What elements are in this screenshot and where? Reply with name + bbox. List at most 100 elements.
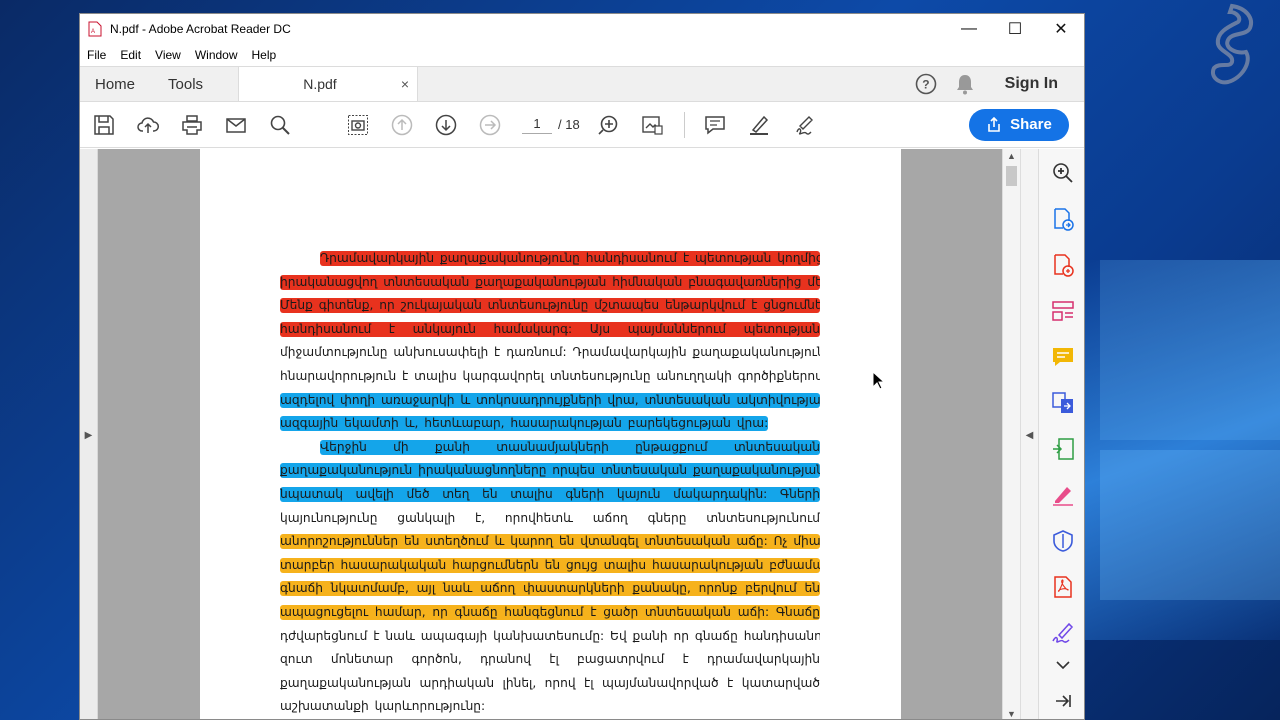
text-line: Դրամավարկային քաղաքականությունը հանդիսան… — [280, 247, 820, 271]
line-text: ազդելով փողի առաջարկի և տոկոսադրույքների… — [280, 392, 820, 407]
scroll-up-icon[interactable]: ▲ — [1007, 151, 1016, 161]
text-line: միջամտությունը անխուսափելի է դառնում: Դր… — [280, 341, 820, 365]
export-pdf-icon[interactable] — [1051, 207, 1075, 231]
line-text: Վերջին մի քանի տասնամյակների ընթացքում տ… — [320, 439, 820, 454]
menu-edit[interactable]: Edit — [120, 48, 141, 62]
upload-icon[interactable] — [136, 113, 160, 137]
page-up-icon[interactable] — [390, 113, 414, 137]
share-button[interactable]: Share — [969, 108, 1069, 141]
line-text: միջամտությունը անխուսափելի է դառնում: Դր… — [280, 345, 820, 360]
text-line: կայունությունը ցանկալի է, որովհետև աճող … — [280, 507, 820, 531]
text-line: դժվարեցնում է նաև ապագայի կանխատեսումը: … — [280, 625, 820, 649]
menu-file[interactable]: File — [87, 48, 106, 62]
text-line: զուտ մոնետար գործոն, դրանով էլ բացատրվու… — [280, 648, 820, 672]
vertical-scrollbar[interactable]: ▲ ▼ — [1002, 149, 1020, 719]
line-text: անորոշություններ են ստեղծում և կարող են … — [280, 534, 820, 549]
title-bar: A N.pdf - Adobe Acrobat Reader DC — ☐ ✕ — [80, 14, 1084, 44]
comment-icon[interactable] — [703, 113, 727, 137]
svg-text:?: ? — [922, 78, 929, 92]
line-text: դժվարեցնում է նաև ապագայի կանխատեսումը: … — [280, 628, 820, 643]
text-line: ապացուցելու համար, որ գնաճը հանգեցնում է… — [280, 601, 820, 625]
desktop-wallpaper-light — [1080, 260, 1280, 640]
text-line: աշխատանքի կարևորությունը: — [280, 695, 820, 719]
page-navigator: 1 / 18 — [522, 116, 580, 134]
zoom-search-icon[interactable] — [268, 113, 292, 137]
svg-text:A: A — [91, 29, 95, 35]
content-area: ▶ Դրամավարկային քաղաքականությունը հանդիս… — [80, 149, 1084, 719]
save-icon[interactable] — [92, 113, 116, 137]
page-down-icon[interactable] — [434, 113, 458, 137]
mouse-cursor-icon — [872, 371, 886, 390]
right-panel-toggle[interactable]: ◀ — [1020, 149, 1038, 719]
line-text: քաղաքականություն իրականացնողները որպես տ… — [280, 463, 820, 478]
email-icon[interactable] — [224, 113, 248, 137]
toolbar-separator — [683, 111, 685, 138]
line-text: նպատակ ավելի մեծ տեղ են տալիս գների կայո… — [280, 486, 820, 501]
tab-home[interactable]: Home — [80, 67, 150, 101]
main-toolbar: 1 / 18 Share — [80, 102, 1084, 148]
scroll-down-icon[interactable]: ▼ — [1007, 709, 1016, 719]
total-pages: / 18 — [558, 117, 580, 132]
menu-view[interactable]: View — [155, 48, 181, 62]
text-line: ազգային եկամտի և, հետևաբար, հասարակությա… — [280, 412, 820, 436]
expand-down-icon[interactable] — [1051, 653, 1075, 677]
compress-icon[interactable] — [1051, 437, 1075, 461]
text-line: հանդիսանում է անկայուն համակարգ: Այս պայ… — [280, 318, 820, 342]
line-text: հանդիսանում է անկայուն համակարգ: Այս պայ… — [280, 321, 820, 336]
text-line: գնաճի նկատմամբ, այլ նաև աճող փաստարկների… — [280, 577, 820, 601]
comment-tool-icon[interactable] — [1051, 345, 1075, 369]
line-text: զուտ մոնետար գործոն, դրանով էլ բացատրվու… — [280, 652, 820, 667]
line-text: Դրամավարկային քաղաքականությունը հանդիսան… — [320, 251, 820, 265]
line-text: Մենք գիտենք, որ շուկայական տնտեսությունը… — [280, 298, 820, 313]
pdf-icon[interactable] — [1051, 575, 1075, 599]
document-viewer[interactable]: Դրամավարկային քաղաքականությունը հանդիսան… — [98, 149, 1002, 719]
close-tab-icon[interactable]: × — [401, 76, 417, 92]
organize-pages-icon[interactable] — [1051, 299, 1075, 323]
tab-document[interactable]: N.pdf × — [238, 67, 419, 101]
create-pdf-icon[interactable] — [1051, 253, 1075, 277]
snapshot-icon[interactable] — [346, 113, 370, 137]
next-arrow-icon[interactable] — [478, 113, 502, 137]
fill-sign-icon[interactable] — [1051, 483, 1075, 507]
share-label: Share — [1010, 116, 1052, 133]
text-line: ազդելով փողի առաջարկի և տոկոսադրույքների… — [280, 389, 820, 413]
forward-icon[interactable] — [1051, 689, 1075, 713]
line-text: կայունությունը ցանկալի է, որովհետև աճող … — [280, 510, 820, 525]
tab-tools[interactable]: Tools — [150, 67, 218, 101]
text-line: տարբեր հասարակական հարցումներն են ցույց … — [280, 554, 820, 578]
text-line: քաղաքականություն իրականացնողները որպես տ… — [280, 459, 820, 483]
minimize-button[interactable]: — — [946, 14, 992, 44]
highlight-pen-icon[interactable] — [747, 113, 771, 137]
menu-bar: File Edit View Window Help — [80, 44, 1084, 66]
page-thumbnail-icon[interactable] — [640, 113, 664, 137]
close-button[interactable]: ✕ — [1038, 14, 1084, 44]
line-text: ազգային եկամտի և, հետևաբար, հասարակությա… — [280, 416, 769, 431]
signature-icon[interactable] — [1051, 621, 1075, 645]
combine-files-icon[interactable] — [1051, 391, 1075, 415]
print-icon[interactable] — [180, 113, 204, 137]
menu-window[interactable]: Window — [195, 48, 238, 62]
text-line: հնարավորություն է տալիս կարգավորել տնտես… — [280, 365, 820, 389]
help-icon[interactable]: ? — [915, 73, 937, 95]
pdf-file-icon: A — [88, 21, 102, 37]
acrobat-window: A N.pdf - Adobe Acrobat Reader DC — ☐ ✕ … — [79, 13, 1085, 720]
line-text: աշխատանքի կարևորությունը: — [280, 699, 486, 714]
scroll-thumb[interactable] — [1006, 166, 1017, 186]
zoom-tool-icon[interactable] — [596, 113, 620, 137]
current-page-input[interactable]: 1 — [522, 116, 552, 134]
maximize-button[interactable]: ☐ — [992, 14, 1038, 44]
line-text: ապացուցելու համար, որ գնաճը հանգեցնում է… — [280, 604, 820, 619]
text-line: նպատակ ավելի մեծ տեղ են տալիս գների կայո… — [280, 483, 820, 507]
tools-pane — [1038, 149, 1084, 719]
share-icon — [988, 116, 1000, 132]
text-line: իրականացվող տնտեսական քաղաքականության հի… — [280, 271, 820, 295]
protect-icon[interactable] — [1051, 529, 1075, 553]
sign-icon[interactable] — [791, 113, 815, 137]
notification-bell-icon[interactable] — [955, 73, 975, 95]
zoom-in-icon[interactable] — [1051, 161, 1075, 185]
sign-in-link[interactable]: Sign In — [1005, 75, 1058, 93]
line-text: իրականացվող տնտեսական քաղաքականության հի… — [280, 274, 820, 289]
menu-help[interactable]: Help — [252, 48, 277, 62]
pdf-page: Դրամավարկային քաղաքականությունը հանդիսան… — [200, 149, 901, 719]
left-panel-toggle[interactable]: ▶ — [80, 149, 98, 719]
